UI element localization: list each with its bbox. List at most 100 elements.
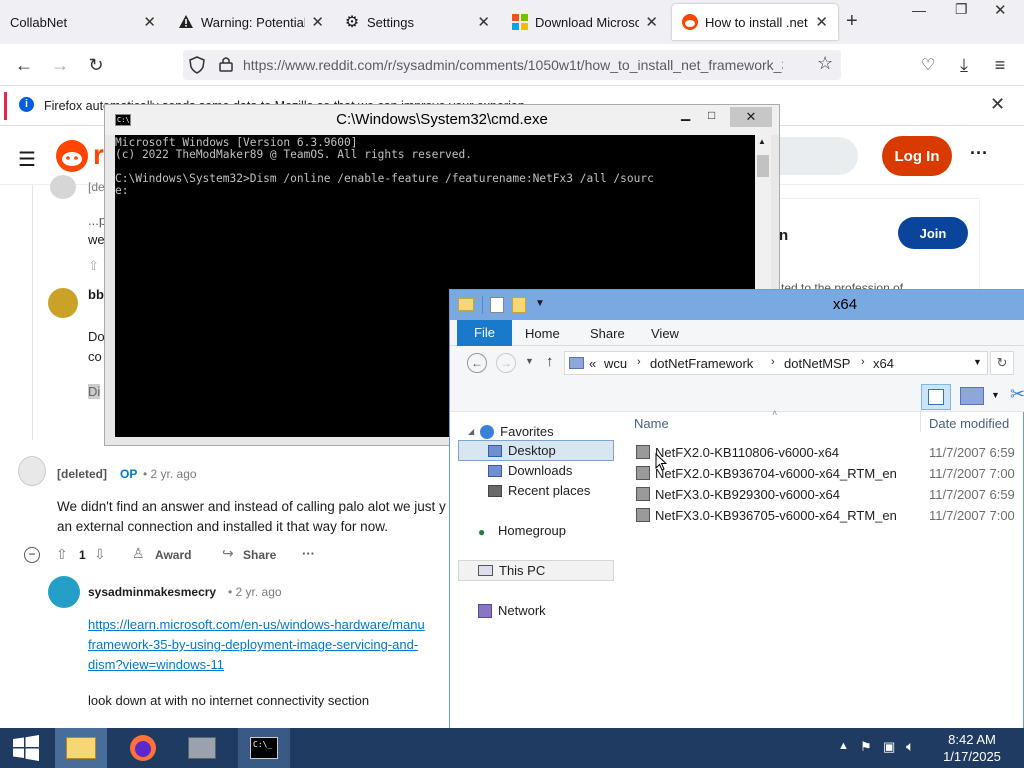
collapse-icon[interactable]: − bbox=[24, 547, 40, 563]
lock-icon[interactable] bbox=[219, 56, 233, 75]
forward-button[interactable]: → bbox=[48, 53, 72, 77]
close-icon[interactable]: ✕ bbox=[990, 94, 1005, 115]
tab-warning[interactable]: Warning: Potential Se ✕ bbox=[168, 0, 334, 44]
ribbon-tab-file[interactable]: File bbox=[457, 320, 512, 346]
volume-icon[interactable]: 🔈︎ bbox=[906, 738, 914, 755]
taskbar-firefox[interactable] bbox=[117, 728, 169, 768]
reload-button[interactable]: ↻ bbox=[84, 53, 108, 77]
close-icon[interactable]: ✕ bbox=[645, 13, 658, 31]
login-button[interactable]: Log In bbox=[882, 136, 952, 176]
file-name[interactable]: NetFX2.0-KB110806-v6000-x64 bbox=[655, 445, 839, 460]
downvote-icon[interactable]: ⇩ bbox=[94, 546, 106, 563]
back-button[interactable]: ← bbox=[467, 353, 487, 373]
scissors-icon[interactable]: ✂ bbox=[1010, 384, 1024, 405]
maximize-button[interactable]: □ bbox=[708, 108, 715, 122]
forward-button[interactable]: → bbox=[496, 353, 516, 373]
explorer-title-bar[interactable]: ▼ x64 bbox=[450, 290, 1024, 320]
upvote-icon[interactable]: ⇧ bbox=[56, 546, 68, 563]
breadcrumb-item[interactable]: dotNetMSP bbox=[784, 356, 850, 371]
shield-icon[interactable] bbox=[189, 56, 205, 77]
close-icon[interactable]: ✕ bbox=[815, 13, 828, 31]
reply-link[interactable]: framework-35-by-using-deployment-image-s… bbox=[88, 637, 418, 652]
close-icon[interactable]: ✕ bbox=[143, 13, 156, 31]
up-button[interactable]: ↑ bbox=[546, 353, 554, 370]
favorites-group[interactable]: ◢ Favorites bbox=[468, 424, 554, 439]
breadcrumb-item[interactable]: dotNetFramework bbox=[650, 356, 753, 371]
ribbon-tab-share[interactable]: Share bbox=[590, 326, 625, 341]
join-button[interactable]: Join bbox=[898, 217, 968, 249]
nav-item-recent[interactable]: Recent places bbox=[488, 483, 590, 498]
close-window-button[interactable]: ✕ bbox=[994, 1, 1007, 19]
share-icon[interactable]: ↪ bbox=[222, 545, 234, 562]
nav-item-desktop[interactable]: Desktop bbox=[488, 443, 556, 458]
scrollbar-thumb[interactable] bbox=[757, 155, 769, 177]
scroll-up-icon[interactable]: ▲ bbox=[758, 137, 766, 146]
ribbon-tab-home[interactable]: Home bbox=[525, 326, 560, 341]
breadcrumb-item[interactable]: wcu bbox=[604, 356, 627, 371]
comment-author[interactable]: [deleted] bbox=[57, 467, 107, 481]
back-button[interactable]: ← bbox=[12, 53, 36, 77]
award-icon[interactable]: ♙ bbox=[132, 545, 145, 562]
bookmark-star-icon[interactable]: ☆ bbox=[817, 53, 833, 74]
nav-item-network[interactable]: Network bbox=[478, 603, 546, 618]
reply-link[interactable]: https://learn.microsoft.com/en-us/window… bbox=[88, 617, 425, 632]
reddit-logo-icon[interactable] bbox=[55, 139, 89, 176]
nav-item-thispc[interactable]: This PC bbox=[478, 563, 545, 578]
network-status-icon[interactable]: ▣ bbox=[883, 739, 895, 755]
address-bar[interactable]: « wcu › dotNetFramework › dotNetMSP › x6… bbox=[564, 351, 988, 375]
breadcrumb-item[interactable]: x64 bbox=[873, 356, 894, 371]
file-name[interactable]: NetFX3.0-KB929300-v6000-x64 bbox=[655, 487, 840, 502]
share-button[interactable]: Share bbox=[243, 548, 276, 562]
folder-icon[interactable] bbox=[960, 387, 984, 405]
breadcrumb-overflow[interactable]: « bbox=[589, 356, 596, 371]
upvote-icon[interactable]: ⇧ bbox=[88, 258, 99, 274]
chevron-down-icon[interactable]: ▼ bbox=[991, 390, 1000, 400]
recent-locations-icon[interactable]: ▼ bbox=[525, 356, 534, 366]
ribbon-tab-view[interactable]: View bbox=[651, 326, 679, 341]
new-tab-button[interactable]: + bbox=[846, 10, 858, 33]
explorer-window[interactable]: ▼ x64 File Home Share View ← → ▼ ↑ « wcu… bbox=[449, 289, 1024, 768]
clock-time[interactable]: 8:42 AM bbox=[932, 732, 1012, 747]
column-header-date[interactable]: Date modified bbox=[929, 416, 1009, 431]
chevron-right-icon[interactable]: › bbox=[771, 356, 775, 368]
expand-icon[interactable]: ◢ bbox=[468, 427, 474, 436]
reply-link[interactable]: dism?view=windows-11 bbox=[88, 657, 224, 672]
chevron-right-icon[interactable]: › bbox=[861, 356, 865, 368]
clock-date[interactable]: 1/17/2025 bbox=[932, 749, 1012, 764]
hamburger-menu-icon[interactable]: ☰ bbox=[18, 147, 36, 172]
close-icon[interactable]: ✕ bbox=[477, 13, 490, 31]
tab-settings[interactable]: ⚙ Settings ✕ bbox=[334, 0, 500, 44]
tab-microsoft[interactable]: Download Microsoft ✕ bbox=[502, 0, 668, 44]
tray-overflow-icon[interactable]: ▲ bbox=[838, 740, 849, 752]
action-center-flag-icon[interactable]: ⚑ bbox=[860, 739, 872, 755]
start-button[interactable] bbox=[0, 728, 52, 768]
refresh-button[interactable]: ↻ bbox=[990, 351, 1014, 375]
minimize-button[interactable]: — bbox=[912, 2, 926, 18]
close-window-button[interactable]: ✕ bbox=[730, 107, 772, 127]
close-icon[interactable]: ✕ bbox=[311, 13, 324, 31]
more-options-icon[interactable]: ··· bbox=[970, 143, 988, 164]
nav-item-homegroup[interactable]: ● Homegroup bbox=[478, 523, 566, 539]
award-button[interactable]: Award bbox=[155, 548, 191, 562]
cmd-title-bar[interactable]: C:\ C:\Windows\System32\cmd.exe ▁ □ ✕ bbox=[105, 105, 779, 135]
preview-pane-button[interactable] bbox=[921, 384, 951, 410]
column-header-name[interactable]: Name bbox=[634, 416, 669, 431]
taskbar-app[interactable] bbox=[176, 728, 228, 768]
more-options-icon[interactable]: ··· bbox=[302, 546, 315, 561]
tab-reddit-active[interactable]: How to install .net Fr ✕ bbox=[672, 4, 838, 40]
taskbar-file-explorer[interactable] bbox=[55, 728, 107, 768]
menu-icon[interactable]: ≡ bbox=[988, 53, 1012, 77]
taskbar-cmd[interactable]: C:\_ bbox=[238, 728, 290, 768]
file-name[interactable]: NetFX3.0-KB936705-v6000-x64_RTM_en bbox=[655, 508, 897, 523]
minimize-button[interactable]: ▁ bbox=[681, 107, 690, 121]
chevron-down-icon[interactable]: ▼ bbox=[973, 357, 982, 367]
file-name[interactable]: NetFX2.0-KB936704-v6000-x64_RTM_en bbox=[655, 466, 897, 481]
pocket-icon[interactable]: ♡ bbox=[916, 53, 940, 77]
nav-item-downloads[interactable]: Downloads bbox=[488, 463, 572, 478]
tab-collabnet[interactable]: CollabNet ✕ bbox=[0, 0, 166, 44]
url-bar[interactable]: https://www.reddit.com/r/sysadmin/commen… bbox=[183, 50, 841, 80]
restore-button[interactable]: ❐ bbox=[955, 1, 968, 18]
chevron-right-icon[interactable]: › bbox=[637, 356, 641, 368]
column-divider[interactable] bbox=[920, 410, 921, 432]
reply-author[interactable]: sysadminmakesmecry bbox=[88, 585, 216, 599]
